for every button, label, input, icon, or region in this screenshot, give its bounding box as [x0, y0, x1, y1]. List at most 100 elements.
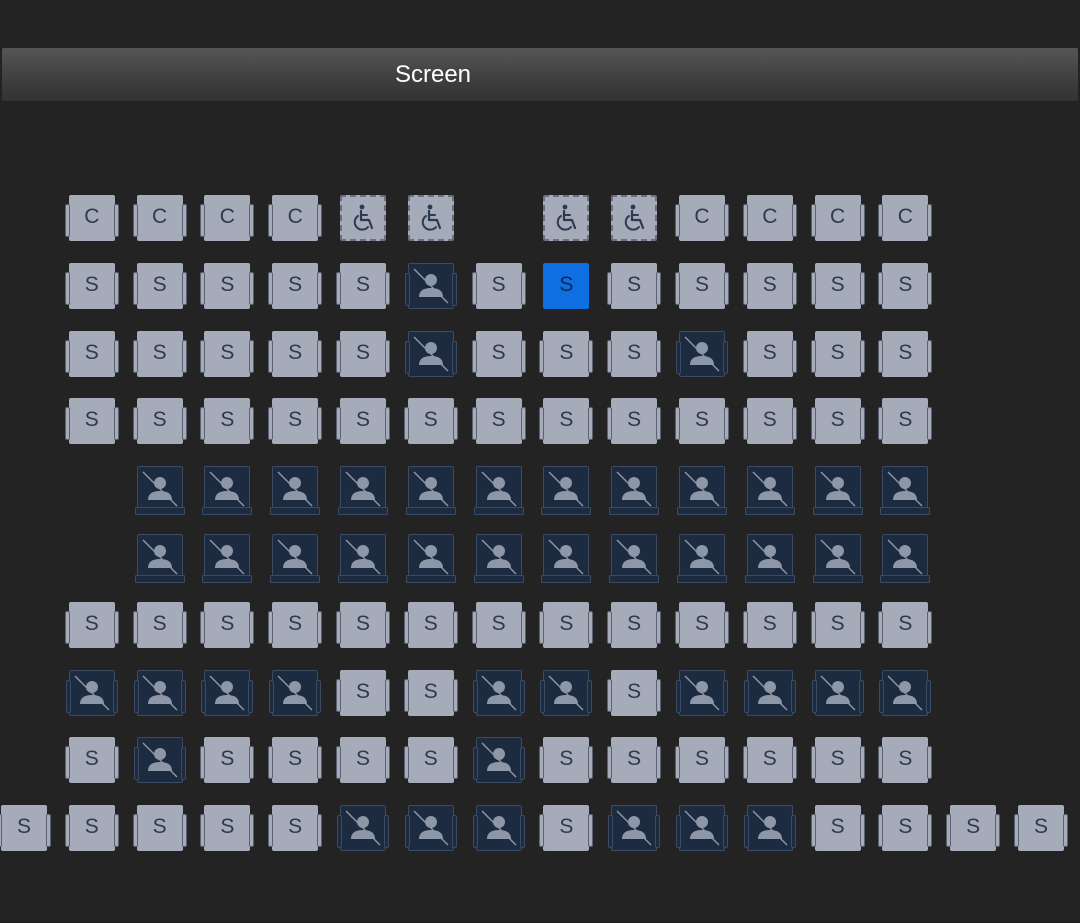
seat-available[interactable]: S	[132, 398, 187, 445]
seat-available[interactable]: S	[607, 669, 662, 716]
seat-available[interactable]: S	[946, 805, 1001, 852]
seat-label: S	[898, 340, 913, 364]
seat-label: C	[897, 205, 913, 228]
seat-available[interactable]: S	[132, 805, 187, 852]
seat-available[interactable]: S	[200, 330, 255, 377]
seat-available[interactable]: S	[539, 737, 594, 784]
seat-available[interactable]: S	[268, 330, 323, 377]
seat-available[interactable]: S	[607, 330, 662, 377]
seat-companion[interactable]: C	[878, 195, 933, 241]
seat-available[interactable]: S	[742, 737, 797, 784]
seat-available[interactable]: S	[878, 737, 933, 784]
seat-available[interactable]: S	[336, 262, 390, 309]
seat-available[interactable]: S	[64, 398, 119, 445]
seat-available[interactable]: S	[64, 601, 119, 648]
seat-available[interactable]: S	[878, 398, 933, 445]
seat-label: S	[559, 340, 574, 364]
seat-wheelchair[interactable]	[407, 195, 454, 241]
seat-available[interactable]: S	[200, 805, 255, 852]
seat-available[interactable]: S	[607, 262, 662, 309]
seat-available[interactable]: S	[675, 398, 729, 445]
seat-unavailable	[65, 669, 118, 716]
seat-available[interactable]: S	[132, 330, 187, 377]
seat-map: C C C C C C C C S S S S S S S S S S S S S S S S S S S S S S S S S S S S S S S S…	[0, 0, 1080, 923]
seat-wheelchair[interactable]	[543, 195, 590, 241]
seat-available[interactable]: S	[403, 669, 458, 716]
seat-companion[interactable]: C	[675, 195, 729, 241]
seat-available[interactable]: S	[878, 805, 933, 852]
seat-companion[interactable]: C	[64, 195, 119, 241]
seat-available[interactable]: S	[336, 669, 390, 716]
seat-available[interactable]: S	[403, 601, 458, 648]
seat-available[interactable]: S	[200, 262, 255, 309]
seat-available[interactable]: S	[403, 737, 458, 784]
seat-available[interactable]: S	[336, 330, 390, 377]
seat-label: S	[762, 340, 777, 364]
seat-unavailable	[744, 534, 795, 583]
seat-available[interactable]: S	[742, 330, 797, 377]
seat-label: S	[830, 340, 845, 364]
seat-available[interactable]: S	[471, 330, 526, 377]
seat-available[interactable]: S	[471, 398, 526, 445]
seat-available[interactable]: S	[132, 262, 187, 309]
seat-available[interactable]: S	[539, 330, 594, 377]
seat-wheelchair[interactable]	[340, 195, 386, 241]
seat-available[interactable]: S	[878, 262, 933, 309]
seat-companion[interactable]: C	[268, 195, 323, 241]
seat-available[interactable]: S	[471, 262, 526, 309]
seat-available[interactable]: S	[742, 262, 797, 309]
seat-available[interactable]: S	[336, 601, 390, 648]
seat-available[interactable]: S	[268, 398, 323, 445]
seat-label: S	[355, 272, 370, 296]
seat-available[interactable]: S	[403, 398, 458, 445]
seat-available[interactable]: S	[200, 601, 255, 648]
seat-available[interactable]: S	[64, 262, 119, 309]
seat-label: S	[84, 340, 99, 364]
seat-companion[interactable]: C	[742, 195, 797, 241]
seat-available[interactable]: S	[539, 601, 594, 648]
seat-available[interactable]: S	[675, 262, 729, 309]
seat-available[interactable]: S	[268, 737, 323, 784]
seat-label: S	[694, 408, 709, 432]
seat-companion[interactable]: C	[200, 195, 255, 241]
seat-available[interactable]: S	[268, 805, 323, 852]
seat-available[interactable]: S	[607, 737, 662, 784]
seat-available[interactable]: S	[471, 601, 526, 648]
seat-available[interactable]: S	[878, 330, 933, 377]
seat-available[interactable]: S	[810, 330, 865, 377]
seat-available[interactable]: S	[742, 601, 797, 648]
seat-available[interactable]: S	[1014, 805, 1068, 852]
seat-available[interactable]: S	[64, 805, 119, 852]
seat-available[interactable]: S	[675, 601, 729, 648]
seat-label: S	[355, 679, 370, 703]
seat-available[interactable]: S	[810, 262, 865, 309]
seat-available[interactable]: S	[810, 601, 865, 648]
seat-available[interactable]: S	[810, 805, 865, 852]
seat-available[interactable]: S	[132, 601, 187, 648]
seat-wheelchair[interactable]	[611, 195, 658, 241]
seat-available[interactable]: S	[200, 737, 255, 784]
seat-available[interactable]: S	[200, 398, 255, 445]
seat-available[interactable]: S	[675, 737, 729, 784]
seat-companion[interactable]: C	[810, 195, 865, 241]
seat-label: S	[288, 340, 303, 364]
seat-companion[interactable]: C	[132, 195, 187, 241]
seat-available[interactable]: S	[64, 737, 119, 784]
seat-available[interactable]: S	[607, 398, 662, 445]
seat-available[interactable]: S	[742, 398, 797, 445]
seat-available[interactable]: S	[539, 805, 594, 852]
seat-available[interactable]: S	[878, 601, 933, 648]
seat-available[interactable]: S	[810, 737, 865, 784]
seat-available[interactable]: S	[810, 398, 865, 445]
seat-available[interactable]: S	[607, 601, 662, 648]
seat-unavailable	[677, 534, 727, 583]
unavailable-person-icon	[684, 675, 720, 711]
seat-available[interactable]: S	[0, 805, 51, 852]
seat-selected[interactable]: S	[543, 262, 590, 309]
seat-available[interactable]: S	[539, 398, 594, 445]
seat-available[interactable]: S	[268, 601, 323, 648]
seat-available[interactable]: S	[336, 398, 390, 445]
seat-available[interactable]: S	[268, 262, 323, 309]
seat-available[interactable]: S	[64, 330, 119, 377]
seat-available[interactable]: S	[336, 737, 390, 784]
